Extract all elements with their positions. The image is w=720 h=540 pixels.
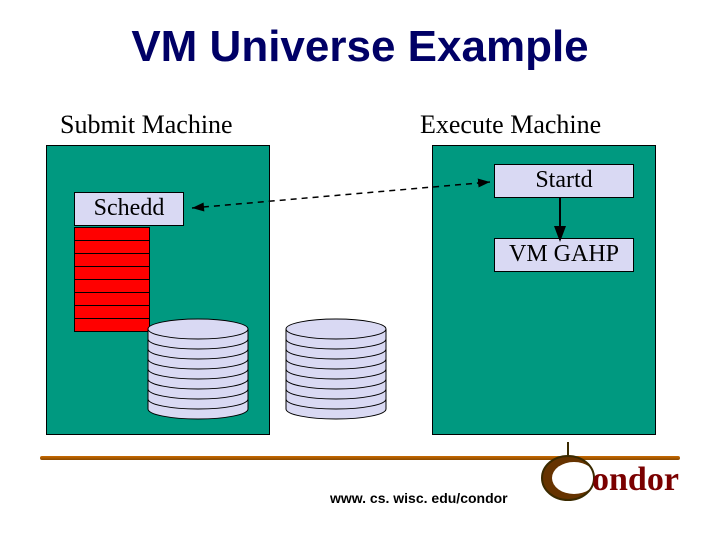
slide: VM Universe Example Submit Machine Execu… <box>0 0 720 540</box>
queue-item <box>74 292 150 306</box>
page-title: VM Universe Example <box>0 22 720 72</box>
queue-item <box>74 253 150 267</box>
disk-stack-1 <box>143 313 253 423</box>
schedd-node: Schedd <box>74 192 184 226</box>
job-queue <box>74 227 150 331</box>
queue-item <box>74 318 150 332</box>
footer-url: www. cs. wisc. edu/condor <box>330 490 508 506</box>
condor-logo: ondor <box>536 438 706 510</box>
queue-item <box>74 266 150 280</box>
logo-text: ondor <box>592 461 679 498</box>
vm-gahp-node: VM GAHP <box>494 238 634 272</box>
startd-vmgahp-arrow <box>548 196 572 242</box>
queue-item <box>74 279 150 293</box>
queue-item <box>74 305 150 319</box>
submit-machine-label: Submit Machine <box>60 110 233 140</box>
queue-item <box>74 227 150 241</box>
schedd-startd-arrow <box>180 170 500 218</box>
execute-machine-label: Execute Machine <box>420 110 601 140</box>
queue-item <box>74 240 150 254</box>
startd-node: Startd <box>494 164 634 198</box>
disk-stack-2 <box>281 313 391 423</box>
